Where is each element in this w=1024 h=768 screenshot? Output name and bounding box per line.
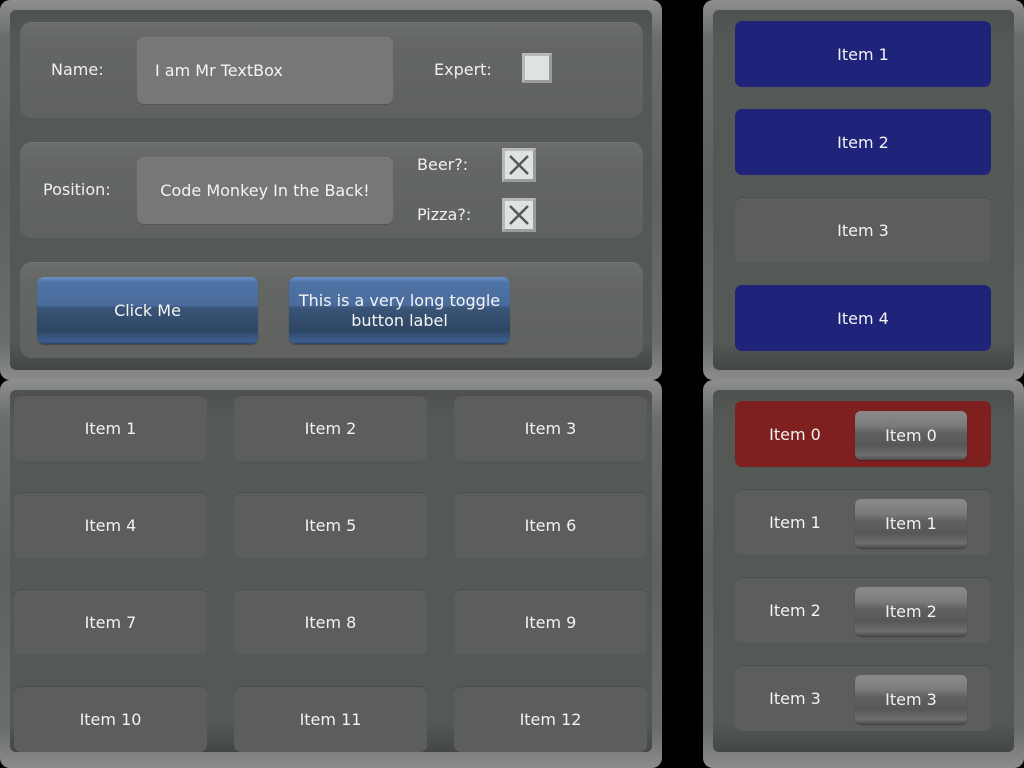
grid-item[interactable]: Item 7 (14, 589, 207, 655)
row-item-button[interactable]: Item 0 (855, 411, 967, 460)
grid-item[interactable]: Item 10 (14, 686, 207, 752)
row-item[interactable]: Item 1 Item 1 (735, 489, 991, 555)
list-item[interactable]: Item 3 (735, 197, 991, 263)
row-item-button[interactable]: Item 3 (855, 675, 967, 724)
row-item-label: Item 3 (769, 688, 821, 708)
click-me-button[interactable]: Click Me (37, 277, 258, 344)
grid-item[interactable]: Item 5 (234, 492, 427, 558)
grid-item[interactable]: Item 12 (454, 686, 647, 752)
row-item-button[interactable]: Item 2 (855, 587, 967, 636)
grid-item[interactable]: Item 11 (234, 686, 427, 752)
grid-item[interactable]: Item 1 (14, 395, 207, 461)
row-item[interactable]: Item 3 Item 3 (735, 665, 991, 731)
expert-label: Expert: (434, 60, 492, 79)
pizza-label: Pizza?: (417, 205, 472, 224)
list-item[interactable]: Item 2 (735, 109, 991, 175)
list-item[interactable]: Item 1 (735, 21, 991, 87)
name-label: Name: (51, 60, 104, 79)
position-label: Position: (43, 180, 111, 199)
row-item-button[interactable]: Item 1 (855, 499, 967, 548)
row-item[interactable]: Item 0 Item 0 (735, 401, 991, 467)
grid-item[interactable]: Item 6 (454, 492, 647, 558)
checkmark-x-icon (509, 155, 529, 175)
name-input[interactable]: I am Mr TextBox (137, 37, 393, 104)
checkmark-x-icon (509, 205, 529, 225)
pizza-checkbox[interactable] (502, 198, 536, 232)
row-item-label: Item 0 (769, 424, 821, 444)
grid-item[interactable]: Item 9 (454, 589, 647, 655)
long-toggle-button[interactable]: This is a very long toggle button label (289, 277, 510, 344)
row-item-label: Item 1 (769, 512, 821, 532)
row-item-label: Item 2 (769, 600, 821, 620)
position-input[interactable]: Code Monkey In the Back! (137, 157, 393, 224)
beer-checkbox[interactable] (502, 148, 536, 182)
grid-item[interactable]: Item 2 (234, 395, 427, 461)
grid-item[interactable]: Item 3 (454, 395, 647, 461)
grid-item[interactable]: Item 8 (234, 589, 427, 655)
list-item[interactable]: Item 4 (735, 285, 991, 351)
expert-checkbox[interactable] (522, 53, 552, 83)
beer-label: Beer?: (417, 155, 469, 174)
grid-item[interactable]: Item 4 (14, 492, 207, 558)
row-item[interactable]: Item 2 Item 2 (735, 577, 991, 643)
position-input-value: Code Monkey In the Back! (160, 181, 370, 200)
name-input-value: I am Mr TextBox (155, 61, 283, 80)
